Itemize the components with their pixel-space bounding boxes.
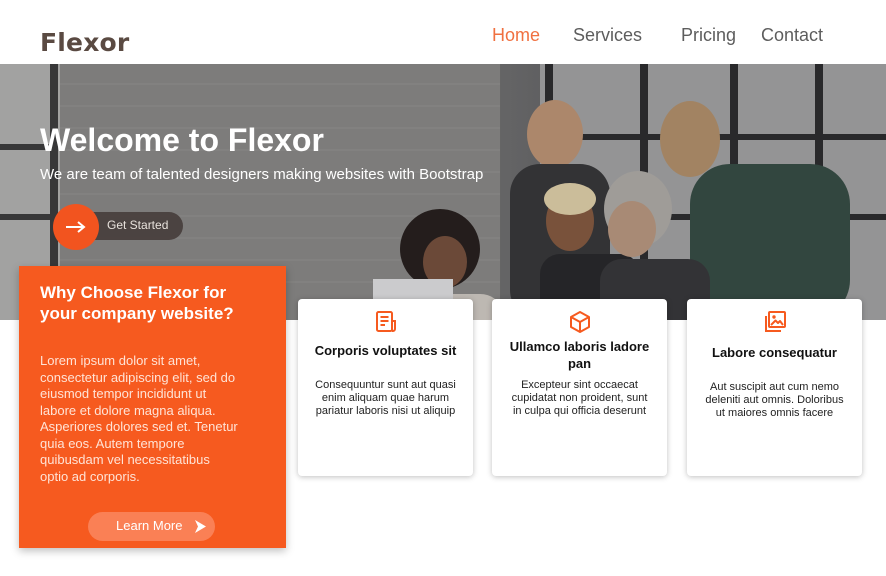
cube-icon	[570, 311, 590, 333]
feature-card-text: Consequuntur sunt aut quasi enim aliquam…	[315, 379, 456, 418]
get-started-button[interactable]: Get Started	[53, 204, 183, 250]
feature-card: Ullamco laboris ladore pan Excepteur sin…	[492, 299, 667, 476]
get-started-label: Get Started	[107, 218, 169, 232]
feature-card-text: Excepteur sint occaecat cupidatat non pr…	[511, 379, 648, 418]
hero-title: Welcome to Flexor	[40, 122, 324, 158]
navbar: Flexor Home Services Pricing Contact	[0, 0, 886, 64]
get-started-circle[interactable]	[53, 204, 99, 250]
receipt-icon	[376, 311, 396, 332]
why-choose-panel: Why Choose Flexor for your company websi…	[19, 266, 286, 548]
nav-item-pricing[interactable]: Pricing	[681, 25, 736, 46]
learn-more-label: Learn More	[116, 518, 183, 533]
feature-card-title: Ullamco laboris ladore pan	[509, 339, 650, 371]
nav-item-services[interactable]: Services	[573, 25, 642, 46]
brand-logo[interactable]: Flexor	[40, 28, 129, 57]
feature-card: Labore consequatur Aut suscipit aut cum …	[687, 299, 862, 476]
why-choose-title: Why Choose Flexor for your company websi…	[40, 283, 234, 323]
feature-card: Corporis voluptates sit Consequuntur sun…	[298, 299, 473, 476]
arrow-right-icon	[66, 221, 86, 233]
nav-item-home[interactable]: Home	[492, 25, 540, 46]
play-chevron-icon	[195, 520, 206, 533]
learn-more-button[interactable]: Learn More	[88, 512, 215, 541]
images-icon	[765, 311, 786, 332]
nav-item-contact[interactable]: Contact	[761, 25, 823, 46]
feature-card-title: Labore consequatur	[712, 345, 837, 360]
feature-card-text: Aut suscipit aut cum nemo deleniti aut o…	[705, 381, 844, 420]
feature-card-title: Corporis voluptates sit	[314, 343, 457, 358]
hero-subtitle: We are team of talented designers making…	[40, 166, 484, 183]
why-choose-text: Lorem ipsum dolor sit amet, consectetur …	[40, 353, 238, 484]
